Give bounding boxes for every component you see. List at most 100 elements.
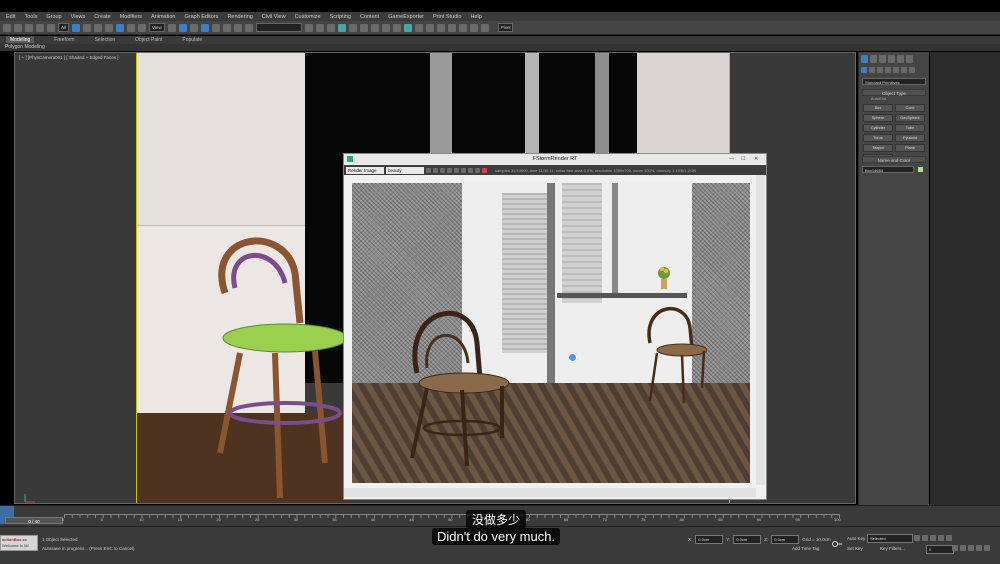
menu-item[interactable]: Scripting xyxy=(330,14,351,20)
align-icon[interactable] xyxy=(315,23,324,32)
primitive-button[interactable]: Pyramid xyxy=(895,134,925,142)
primitive-button[interactable]: Box xyxy=(863,104,893,112)
rect-region-icon[interactable] xyxy=(94,23,103,32)
menu-item[interactable]: Group xyxy=(46,14,61,20)
menu-item[interactable]: Modifiers xyxy=(120,14,142,20)
ref-coord-dropdown[interactable]: View xyxy=(149,23,165,32)
display-tab-icon[interactable] xyxy=(897,55,904,63)
redo-icon[interactable] xyxy=(14,23,22,32)
scene-explorer-icon[interactable] xyxy=(337,23,346,32)
ribbon-tab[interactable]: Modeling xyxy=(6,37,35,43)
viewport-chair[interactable] xyxy=(195,213,355,504)
auto-key-button[interactable]: Auto Key xyxy=(847,536,865,541)
z-coord-field[interactable]: 0.0cm xyxy=(771,535,800,544)
maximize-viewport-icon[interactable] xyxy=(984,545,990,551)
pixel-dropdown[interactable]: Pixel xyxy=(497,23,514,32)
rendered-frame-icon[interactable] xyxy=(392,23,401,32)
fstorm-rt-icon[interactable] xyxy=(436,23,445,32)
record-icon[interactable] xyxy=(482,167,487,173)
name-color-rollout[interactable]: Name and Color xyxy=(862,156,926,163)
render-window-title[interactable]: FStormRender RT xyxy=(344,154,766,164)
window-crossing-icon[interactable] xyxy=(105,23,114,32)
ribbon-tab[interactable]: Freeform xyxy=(54,37,74,43)
go-start-icon[interactable] xyxy=(914,535,920,541)
link-icon[interactable] xyxy=(25,23,33,32)
horizontal-scrollbar[interactable] xyxy=(344,488,756,497)
systems-icon[interactable] xyxy=(909,67,915,73)
key-filters-button[interactable]: Key Filters... xyxy=(880,546,905,551)
prev-frame-icon[interactable] xyxy=(922,535,928,541)
primitive-button[interactable]: Sphere xyxy=(863,114,893,122)
material-editor-icon[interactable] xyxy=(370,23,379,32)
helpers-icon[interactable] xyxy=(893,67,899,73)
menu-item[interactable]: Views xyxy=(71,14,86,20)
minimize-icon[interactable]: — xyxy=(729,156,734,162)
ribbon-tab[interactable]: Populate xyxy=(182,37,202,43)
region-icon[interactable] xyxy=(447,167,452,173)
vertical-scrollbar[interactable] xyxy=(756,175,765,485)
lights-icon[interactable] xyxy=(877,67,883,73)
zoom-all-icon[interactable] xyxy=(960,545,966,551)
close-icon[interactable]: ✕ xyxy=(754,156,758,162)
x-coord-field[interactable]: 0.0cm xyxy=(695,535,724,544)
utilities-tab-icon[interactable] xyxy=(906,55,913,63)
move-icon[interactable] xyxy=(116,23,125,32)
schematic-icon[interactable] xyxy=(359,23,368,32)
save-icon[interactable] xyxy=(426,167,431,173)
object-type-rollout[interactable]: Object Type xyxy=(862,89,926,96)
maximize-icon[interactable]: ☐ xyxy=(741,156,745,162)
go-end-icon[interactable] xyxy=(946,535,952,541)
select-object-icon[interactable] xyxy=(72,23,81,32)
pause-icon[interactable] xyxy=(468,167,473,173)
shapes-icon[interactable] xyxy=(869,67,875,73)
menu-item[interactable]: Tools xyxy=(24,14,37,20)
select-by-name-icon[interactable] xyxy=(83,23,92,32)
menu-item[interactable]: Rendering xyxy=(227,14,252,20)
spinner-snap-icon[interactable] xyxy=(233,23,242,32)
create-tab-icon[interactable] xyxy=(861,55,868,63)
mode-select[interactable]: beauty xyxy=(386,166,424,174)
primitive-button[interactable]: GeoSphere xyxy=(895,114,925,122)
autogrid-checkbox[interactable]: AutoGrid xyxy=(871,97,886,101)
selection-filter-dropdown[interactable]: All xyxy=(58,23,70,32)
a360-icon[interactable] xyxy=(447,23,456,32)
mirror-icon[interactable] xyxy=(304,23,313,32)
modify-tab-icon[interactable] xyxy=(870,55,877,63)
primitive-type-dropdown[interactable]: Standard Primitives xyxy=(862,78,926,85)
object-name-input[interactable]: Box14654 xyxy=(862,166,914,173)
scale-icon[interactable] xyxy=(138,23,147,32)
primitive-button[interactable]: Plane xyxy=(895,144,925,152)
unlink-icon[interactable] xyxy=(36,23,44,32)
copy-icon[interactable] xyxy=(433,167,438,173)
curve-editor-icon[interactable] xyxy=(348,23,357,32)
menu-item[interactable]: Civil View xyxy=(262,14,286,20)
menu-item[interactable]: Customize xyxy=(295,14,321,20)
primitive-button[interactable]: Teapot xyxy=(863,144,893,152)
layer-icon[interactable] xyxy=(326,23,335,32)
orbit-icon[interactable] xyxy=(968,545,974,551)
motion-tab-icon[interactable] xyxy=(888,55,895,63)
fstorm-icon[interactable] xyxy=(425,23,434,32)
key-mode-dropdown[interactable]: Selected xyxy=(867,534,913,543)
render-canvas[interactable] xyxy=(352,183,750,483)
fstorm-render-window[interactable]: FStormRender RT — ☐ ✕ Render Image beaut… xyxy=(343,153,767,500)
menu-item[interactable]: Animation xyxy=(151,14,175,20)
primitive-button[interactable]: Torus xyxy=(863,134,893,142)
focus-point-icon[interactable] xyxy=(568,353,577,362)
menu-item[interactable]: Print Studio xyxy=(433,14,461,20)
menu-item[interactable]: Help xyxy=(470,14,481,20)
object-color-swatch[interactable] xyxy=(917,166,924,173)
render-iterative-icon[interactable] xyxy=(414,23,423,32)
stop-icon[interactable] xyxy=(454,167,459,173)
time-slider[interactable]: 0 / 40 xyxy=(5,517,63,524)
percent-snap-icon[interactable] xyxy=(222,23,231,32)
start-icon[interactable] xyxy=(461,167,466,173)
play-icon[interactable] xyxy=(930,535,936,541)
primitive-button[interactable]: Tube xyxy=(895,124,925,132)
menu-item[interactable]: Edit xyxy=(6,14,15,20)
key-icon[interactable] xyxy=(832,535,842,547)
undo-icon[interactable] xyxy=(3,23,11,32)
primitive-button[interactable]: Cone xyxy=(895,104,925,112)
hierarchy-tab-icon[interactable] xyxy=(879,55,886,63)
menu-item[interactable]: GameExporter xyxy=(388,14,424,20)
